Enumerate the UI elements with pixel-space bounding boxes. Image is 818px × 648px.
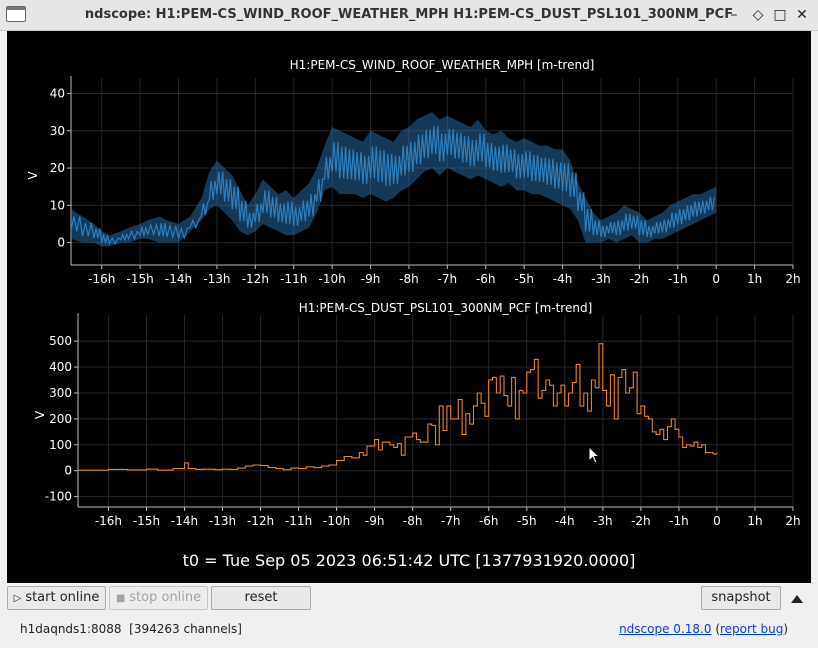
version-link[interactable]: ndscope 0.18.0 xyxy=(619,622,711,636)
y-tick-label: 0 xyxy=(64,464,72,478)
maximize-icon[interactable]: □ xyxy=(770,5,790,25)
snapshot-button[interactable]: snapshot xyxy=(701,586,781,610)
play-icon: ▷ xyxy=(13,593,22,604)
plot-title: H1:PEM-CS_WIND_ROOF_WEATHER_MPH [m-trend… xyxy=(290,58,595,72)
x-tick-label: -13h xyxy=(209,514,236,528)
y-tick-label: 40 xyxy=(50,86,65,100)
toolbar: ▷ start online ■ stop online reset snapsho… xyxy=(0,584,818,614)
t0-label: t0 = Tue Sep 05 2023 06:51:42 UTC [13779… xyxy=(183,551,636,570)
x-tick-label: -13h xyxy=(203,272,230,286)
window-title: ndscope: H1:PEM-CS_WIND_ROOF_WEATHER_MPH… xyxy=(84,7,734,22)
x-tick-label: -3h xyxy=(593,514,613,528)
x-tick-label: -14h xyxy=(171,514,198,528)
y-tick-label: 10 xyxy=(50,198,65,212)
y-axis-label: V xyxy=(26,171,40,180)
x-tick-label: -7h xyxy=(441,514,461,528)
start-online-button[interactable]: ▷ start online xyxy=(7,586,106,610)
x-tick-label: -11h xyxy=(280,272,307,286)
stop-online-label: stop online xyxy=(129,590,202,605)
x-tick-label: -11h xyxy=(285,514,312,528)
x-tick-label: 2h xyxy=(785,514,800,528)
minimize-icon[interactable]: – xyxy=(724,5,744,25)
x-tick-label: -5h xyxy=(517,514,537,528)
paren-close: ) xyxy=(783,622,788,636)
y-tick-label: 500 xyxy=(49,334,72,348)
dust-plot[interactable]: H1:PEM-CS_DUST_PSL101_300NM_PCF [m-trend… xyxy=(33,301,801,528)
y-tick-label: 200 xyxy=(49,412,72,426)
version-info: ndscope 0.18.0 (report bug) xyxy=(619,622,788,636)
plots-canvas[interactable]: H1:PEM-CS_WIND_ROOF_WEATHER_MPH [m-trend… xyxy=(7,31,811,583)
reset-button[interactable]: reset xyxy=(211,586,311,610)
x-tick-label: -1h xyxy=(668,272,688,286)
y-tick-label: 400 xyxy=(49,360,72,374)
x-tick-label: -10h xyxy=(319,272,346,286)
dust-trace xyxy=(78,343,718,471)
x-tick-label: -16h xyxy=(95,514,122,528)
y-tick-label: 100 xyxy=(49,438,72,452)
report-bug-link[interactable]: report bug xyxy=(720,622,783,636)
title-bar: ndscope: H1:PEM-CS_WIND_ROOF_WEATHER_MPH… xyxy=(0,0,818,31)
y-tick-label: -100 xyxy=(45,490,72,504)
x-tick-label: -4h xyxy=(555,514,575,528)
x-tick-label: -3h xyxy=(591,272,611,286)
x-tick-label: -10h xyxy=(323,514,350,528)
plot-title: H1:PEM-CS_DUST_PSL101_300NM_PCF [m-trend… xyxy=(299,301,593,315)
x-tick-label: 1h xyxy=(747,514,762,528)
x-tick-label: -7h xyxy=(438,272,458,286)
channel-count: [394263 channels] xyxy=(129,622,242,636)
start-online-label: start online xyxy=(25,590,100,605)
plot-area[interactable]: H1:PEM-CS_WIND_ROOF_WEATHER_MPH [m-trend… xyxy=(7,31,811,583)
x-tick-label: 2h xyxy=(785,272,800,286)
server-status: h1daqnds1:8088 [394263 channels] xyxy=(20,622,242,636)
status-bar: h1daqnds1:8088 [394263 channels] ndscope… xyxy=(0,614,818,648)
x-tick-label: -6h xyxy=(479,514,499,528)
wind-plot[interactable]: H1:PEM-CS_WIND_ROOF_WEATHER_MPH [m-trend… xyxy=(26,58,801,286)
x-tick-label: -16h xyxy=(88,272,115,286)
close-icon[interactable]: ✕ xyxy=(792,5,812,25)
keep-above-icon[interactable]: ◇ xyxy=(748,5,768,25)
stop-icon: ■ xyxy=(115,593,126,604)
x-tick-label: -14h xyxy=(165,272,192,286)
x-tick-label: 0 xyxy=(712,272,720,286)
y-tick-label: 30 xyxy=(50,124,65,138)
x-tick-label: -8h xyxy=(399,272,419,286)
x-tick-label: -6h xyxy=(476,272,496,286)
x-tick-label: -9h xyxy=(361,272,381,286)
x-tick-label: -15h xyxy=(133,514,160,528)
x-tick-label: -9h xyxy=(365,514,385,528)
expand-up-icon[interactable] xyxy=(790,593,804,605)
server-name: h1daqnds1:8088 xyxy=(20,622,122,636)
x-tick-label: -15h xyxy=(127,272,154,286)
x-tick-label: -4h xyxy=(553,272,573,286)
y-tick-label: 300 xyxy=(49,386,72,400)
y-tick-label: 20 xyxy=(50,161,65,175)
x-tick-label: -5h xyxy=(514,272,534,286)
x-tick-label: -12h xyxy=(242,272,269,286)
x-tick-label: -2h xyxy=(631,514,651,528)
y-tick-label: 0 xyxy=(57,236,65,250)
stop-online-button[interactable]: ■ stop online xyxy=(109,586,208,610)
y-axis-label: V xyxy=(33,410,47,419)
x-tick-label: -8h xyxy=(403,514,423,528)
x-tick-label: -2h xyxy=(630,272,650,286)
x-tick-label: 1h xyxy=(747,272,762,286)
mouse-cursor-icon xyxy=(588,446,601,464)
x-tick-label: 0 xyxy=(713,514,721,528)
x-tick-label: -12h xyxy=(247,514,274,528)
x-tick-label: -1h xyxy=(669,514,689,528)
